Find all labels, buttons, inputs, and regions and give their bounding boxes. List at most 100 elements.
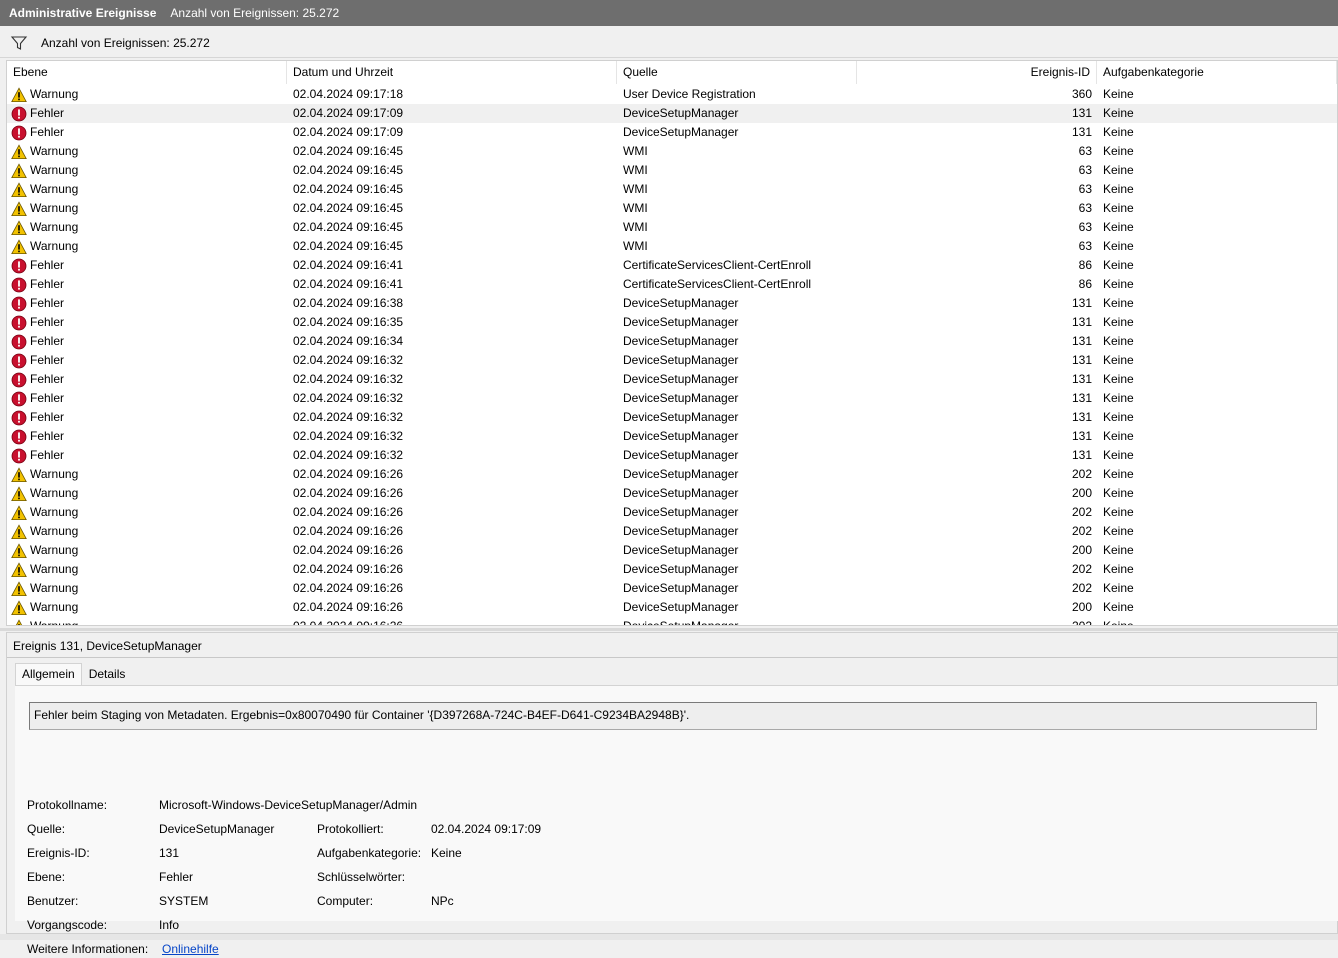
event-task-category: Keine [1103,353,1134,367]
event-task-category: Keine [1103,562,1134,576]
event-row[interactable]: Fehler 02.04.2024 09:16:32 DeviceSetupMana… [7,389,1337,408]
event-row[interactable]: Fehler 02.04.2024 09:17:09 DeviceSetupMana… [7,104,1337,123]
event-row[interactable]: Warnung 02.04.2024 09:16:26 DeviceSetupMan… [7,598,1337,617]
view-title: Administrative Ereignisse [9,6,157,20]
event-id: 202 [1071,581,1092,595]
event-id: 63 [1078,220,1092,234]
column-header-task-category[interactable]: Aufgabenkategorie [1097,61,1337,84]
event-level: Fehler [30,258,65,272]
event-task-category: Keine [1103,448,1134,462]
event-row[interactable]: Fehler 02.04.2024 09:16:34 DeviceSetupMana… [7,332,1337,351]
event-row[interactable]: Warnung 02.04.2024 09:16:26 DeviceSetupMan… [7,465,1337,484]
warning-icon [11,485,30,502]
event-level: Warnung [30,144,79,158]
event-task-category: Keine [1103,239,1134,253]
event-list[interactable]: Ebene Datum und Uhrzeit Quelle Ereignis-… [6,60,1338,626]
event-source: DeviceSetupManager [623,106,739,120]
splitter[interactable] [0,628,1338,631]
event-task-category: Keine [1103,505,1134,519]
event-id: 200 [1071,486,1092,500]
event-row[interactable]: Warnung 02.04.2024 09:16:45 WMI 63 Keine [7,142,1337,161]
event-level: Warnung [30,201,79,215]
tab-details[interactable]: Details [82,663,133,685]
event-row[interactable]: Fehler 02.04.2024 09:16:32 DeviceSetupMana… [7,427,1337,446]
event-task-category: Keine [1103,87,1134,101]
online-help-link[interactable]: Onlinehilfe [162,940,219,958]
event-date: 02.04.2024 09:17:18 [293,87,404,101]
error-icon [11,448,30,464]
event-row[interactable]: Fehler 02.04.2024 09:16:41 CertificateServ… [7,256,1337,275]
event-task-category: Keine [1103,410,1134,424]
event-level: Fehler [30,315,65,329]
warning-icon [11,200,30,217]
error-icon [11,125,30,141]
warning-icon [11,523,30,540]
event-row[interactable]: Fehler 02.04.2024 09:16:38 DeviceSetupMana… [7,294,1337,313]
event-task-category: Keine [1103,106,1134,120]
event-source: DeviceSetupManager [623,334,739,348]
event-row[interactable]: Fehler 02.04.2024 09:17:09 DeviceSetupMana… [7,123,1337,142]
column-header-event-id[interactable]: Ereignis-ID [857,61,1097,84]
warning-icon [11,238,30,255]
event-id: 202 [1071,467,1092,481]
event-id: 200 [1071,600,1092,614]
event-message[interactable]: Fehler beim Staging von Metadaten. Ergeb… [29,702,1317,730]
event-row[interactable]: Warnung 02.04.2024 09:16:26 DeviceSetupMan… [7,541,1337,560]
warning-icon [11,466,30,483]
warning-icon [11,504,30,521]
error-icon [11,429,30,445]
label-level: Ebene: [27,870,66,884]
event-level: Warnung [30,220,79,234]
event-id: 131 [1071,391,1092,405]
event-id: 202 [1071,505,1092,519]
tab-general[interactable]: Allgemein [15,663,82,686]
detail-divider [7,657,1338,658]
event-id: 202 [1071,524,1092,538]
event-row[interactable]: Warnung 02.04.2024 09:16:26 DeviceSetupMan… [7,579,1337,598]
event-detail-pane: Ereignis 131, DeviceSetupManager Allgeme… [6,632,1338,956]
event-row[interactable]: Fehler 02.04.2024 09:16:32 DeviceSetupMana… [7,408,1337,427]
event-row[interactable]: Warnung 02.04.2024 09:16:45 WMI 63 Keine [7,199,1337,218]
warning-icon [11,143,30,160]
label-source: Quelle: [27,822,66,836]
value-log-name: Microsoft-Windows-DeviceSetupManager/Adm… [159,798,418,812]
warning-icon [11,181,30,198]
error-icon [11,372,30,388]
event-level: Fehler [30,391,65,405]
event-task-category: Keine [1103,524,1134,538]
event-date: 02.04.2024 09:16:26 [293,467,404,481]
event-list-header: Ebene Datum und Uhrzeit Quelle Ereignis-… [7,61,1337,84]
event-row[interactable]: Fehler 02.04.2024 09:16:32 DeviceSetupMana… [7,351,1337,370]
event-row[interactable]: Warnung 02.04.2024 09:16:45 WMI 63 Keine [7,218,1337,237]
event-date: 02.04.2024 09:16:26 [293,543,404,557]
event-row[interactable]: Warnung 02.04.2024 09:16:26 DeviceSetupMan… [7,617,1337,625]
event-row[interactable]: Warnung 02.04.2024 09:16:45 WMI 63 Keine [7,161,1337,180]
warning-icon [11,542,30,559]
event-row[interactable]: Warnung 02.04.2024 09:16:26 DeviceSetupMan… [7,560,1337,579]
value-task-category: Keine [431,846,462,860]
event-row[interactable]: Fehler 02.04.2024 09:16:35 DeviceSetupMana… [7,313,1337,332]
column-header-source[interactable]: Quelle [617,61,857,84]
event-row[interactable]: Fehler 02.04.2024 09:16:32 DeviceSetupMana… [7,370,1337,389]
event-source: DeviceSetupManager [623,505,739,519]
event-row[interactable]: Warnung 02.04.2024 09:16:45 WMI 63 Keine [7,237,1337,256]
column-header-date[interactable]: Datum und Uhrzeit [287,61,617,84]
event-task-category: Keine [1103,144,1134,158]
event-id: 131 [1071,334,1092,348]
event-date: 02.04.2024 09:16:32 [293,429,404,443]
event-row[interactable]: Fehler 02.04.2024 09:16:32 DeviceSetupMana… [7,446,1337,465]
event-id: 131 [1071,372,1092,386]
column-header-level[interactable]: Ebene [7,61,287,84]
event-date: 02.04.2024 09:16:38 [293,296,404,310]
filter-icon[interactable] [10,35,28,51]
event-source: DeviceSetupManager [623,543,739,557]
event-row[interactable]: Fehler 02.04.2024 09:16:41 CertificateServ… [7,275,1337,294]
event-level: Fehler [30,106,65,120]
event-date: 02.04.2024 09:16:32 [293,372,404,386]
event-row[interactable]: Warnung 02.04.2024 09:17:18 User Device Re… [7,85,1337,104]
event-row[interactable]: Warnung 02.04.2024 09:16:26 DeviceSetupMan… [7,522,1337,541]
event-row[interactable]: Warnung 02.04.2024 09:16:26 DeviceSetupMan… [7,503,1337,522]
event-id: 131 [1071,353,1092,367]
event-row[interactable]: Warnung 02.04.2024 09:16:26 DeviceSetupMan… [7,484,1337,503]
event-row[interactable]: Warnung 02.04.2024 09:16:45 WMI 63 Keine [7,180,1337,199]
